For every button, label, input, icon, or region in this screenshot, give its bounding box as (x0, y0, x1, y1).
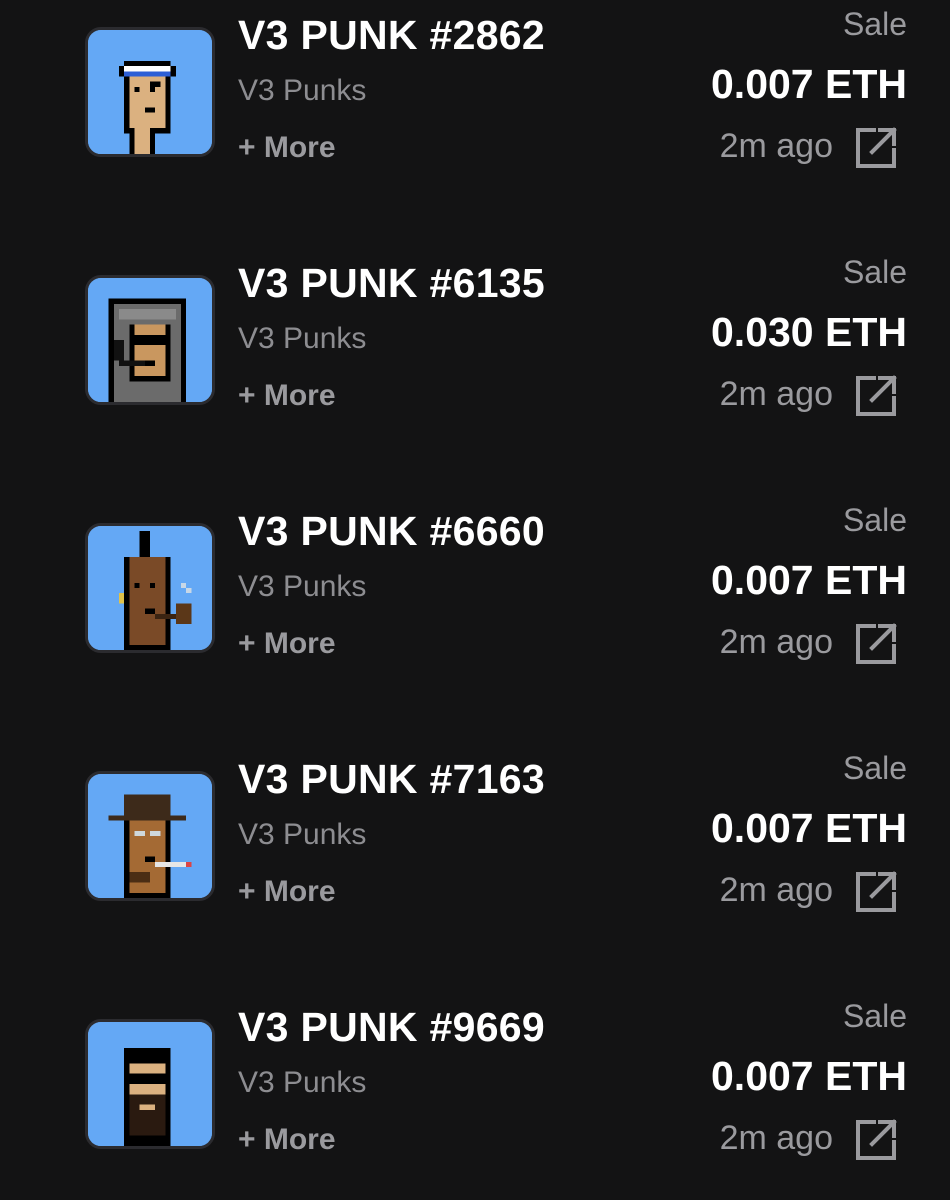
external-link-icon[interactable] (852, 372, 900, 420)
external-link-icon[interactable] (852, 1116, 900, 1164)
punk-fedora-cigarette-avatar[interactable] (85, 771, 215, 901)
timestamp: 2m ago (719, 127, 833, 165)
timestamp: 2m ago (719, 623, 833, 661)
event-type-label: Sale (842, 998, 907, 1034)
sale-price: 0.030 ETH (711, 309, 907, 355)
event-type-label: Sale (842, 502, 907, 538)
more-button[interactable]: + More (238, 1123, 336, 1157)
more-button[interactable]: + More (238, 131, 336, 165)
external-link-icon[interactable] (852, 620, 900, 668)
event-type-label: Sale (842, 750, 907, 786)
timestamp: 2m ago (719, 871, 833, 909)
more-button[interactable]: + More (238, 875, 336, 909)
external-link-icon[interactable] (852, 868, 900, 916)
punk-beard-shades-avatar[interactable] (85, 1019, 215, 1149)
item-title[interactable]: V3 PUNK #6135 (238, 260, 545, 307)
punk-mohawk-pipe-avatar[interactable] (85, 523, 215, 653)
activity-list: V3 PUNK #2862 V3 Punks + More Sale 0.007… (0, 0, 950, 1200)
event-type-label: Sale (842, 254, 907, 290)
timestamp: 2m ago (719, 375, 833, 413)
external-link-icon[interactable] (852, 124, 900, 172)
item-title[interactable]: V3 PUNK #2862 (238, 12, 545, 59)
activity-row[interactable]: V3 PUNK #7163 V3 Punks + More Sale 0.007… (0, 744, 950, 944)
item-title[interactable]: V3 PUNK #7163 (238, 756, 545, 803)
activity-row[interactable]: V3 PUNK #2862 V3 Punks + More Sale 0.007… (0, 0, 950, 200)
item-title[interactable]: V3 PUNK #6660 (238, 508, 545, 555)
timestamp: 2m ago (719, 1119, 833, 1157)
collection-name[interactable]: V3 Punks (238, 322, 366, 356)
punk-hoodie-avatar[interactable] (85, 275, 215, 405)
activity-row[interactable]: V3 PUNK #9669 V3 Punks + More Sale 0.007… (0, 992, 950, 1192)
sale-price: 0.007 ETH (711, 557, 907, 603)
sale-price: 0.007 ETH (711, 805, 907, 851)
collection-name[interactable]: V3 Punks (238, 818, 366, 852)
more-button[interactable]: + More (238, 379, 336, 413)
collection-name[interactable]: V3 Punks (238, 74, 366, 108)
collection-name[interactable]: V3 Punks (238, 570, 366, 604)
item-title[interactable]: V3 PUNK #9669 (238, 1004, 545, 1051)
punk-headband-avatar[interactable] (85, 27, 215, 157)
sale-price: 0.007 ETH (711, 61, 907, 107)
activity-row[interactable]: V3 PUNK #6135 V3 Punks + More Sale 0.030… (0, 248, 950, 448)
activity-row[interactable]: V3 PUNK #6660 V3 Punks + More Sale 0.007… (0, 496, 950, 696)
event-type-label: Sale (842, 6, 907, 42)
collection-name[interactable]: V3 Punks (238, 1066, 366, 1100)
sale-price: 0.007 ETH (711, 1053, 907, 1099)
more-button[interactable]: + More (238, 627, 336, 661)
